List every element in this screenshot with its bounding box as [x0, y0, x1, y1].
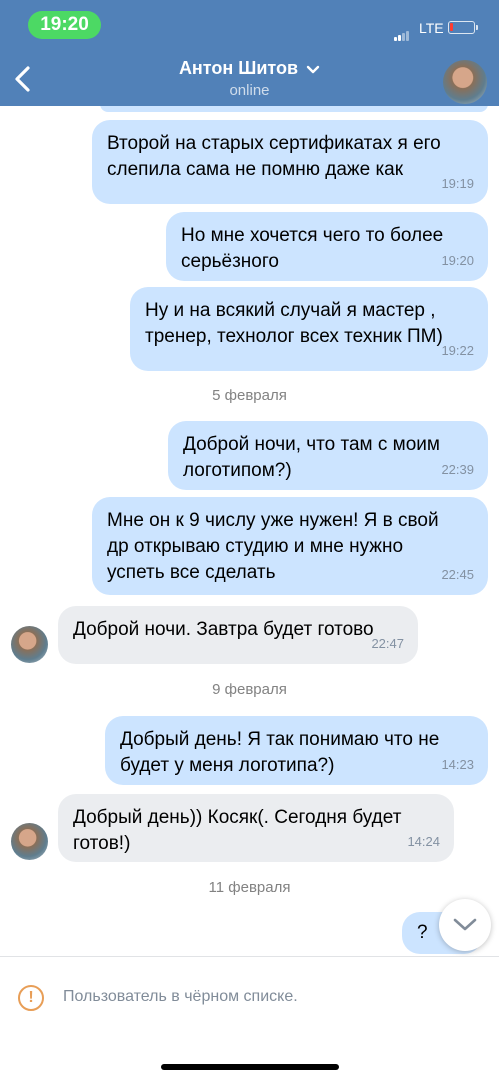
- message-text: Ну и на всякий случай я мастер ,: [145, 300, 436, 321]
- date-separator: 5 февраля: [212, 387, 287, 404]
- message-text: Добрый день! Я так понимаю что не: [120, 729, 440, 750]
- message-text: успеть все сделать: [107, 562, 276, 583]
- message-text: серьёзного: [181, 251, 279, 272]
- message-bubble-partial: [100, 106, 488, 112]
- message-bubble-incoming[interactable]: Добрый день)) Косяк(. Сегодня будет гото…: [58, 794, 454, 862]
- message-time: 19:19: [441, 176, 474, 191]
- sender-avatar[interactable]: [11, 626, 48, 663]
- sender-avatar[interactable]: [11, 823, 48, 860]
- home-indicator[interactable]: [161, 1064, 339, 1070]
- message-time: 22:47: [371, 636, 404, 651]
- message-bubble-outgoing[interactable]: Доброй ночи, что там с моим логотипом?) …: [168, 421, 488, 490]
- message-text: Мне он к 9 числу уже нужен! Я в свой: [107, 510, 439, 531]
- message-bubble-incoming[interactable]: Доброй ночи. Завтра будет готово 22:47: [58, 606, 418, 664]
- message-text: Но мне хочется чего то более: [181, 225, 444, 246]
- message-time: 19:22: [441, 343, 474, 358]
- message-bubble-outgoing[interactable]: Мне он к 9 числу уже нужен! Я в свой др …: [92, 497, 488, 595]
- battery-icon: [448, 21, 475, 34]
- chevron-down-icon: [306, 59, 320, 80]
- blacklist-text: Пользователь в чёрном списке.: [63, 988, 298, 1005]
- scroll-down-button[interactable]: [439, 899, 491, 951]
- contact-avatar[interactable]: [443, 60, 487, 104]
- warning-icon: !: [18, 985, 44, 1011]
- message-text: тренер, технолог всех техник ПМ): [145, 326, 443, 347]
- battery-tip: [476, 25, 478, 30]
- chat-header: 19:20 LTE Антон Шитов online: [0, 0, 499, 106]
- message-text: ?: [417, 922, 428, 943]
- message-bubble-outgoing[interactable]: Второй на старых сертификатах я его слеп…: [92, 120, 488, 204]
- message-time: 19:20: [441, 253, 474, 268]
- message-time: 22:45: [441, 567, 474, 582]
- message-text: готов!): [73, 833, 131, 854]
- message-text: Доброй ночи. Завтра будет готово: [73, 619, 374, 640]
- chevron-down-icon: [453, 918, 477, 931]
- message-time: 14:24: [407, 834, 440, 849]
- message-time: 22:39: [441, 462, 474, 477]
- contact-name-button[interactable]: Антон Шитов: [0, 58, 499, 80]
- message-text: Доброй ночи, что там с моим: [183, 434, 440, 455]
- message-bubble-outgoing[interactable]: Ну и на всякий случай я мастер , тренер,…: [130, 287, 488, 371]
- message-text: др открываю студию и мне нужно: [107, 536, 404, 557]
- date-separator: 11 февраля: [208, 879, 291, 896]
- message-text: логотипом?): [183, 460, 292, 481]
- message-text: будет у меня логотипа?): [120, 755, 335, 776]
- message-text: Второй на старых сертификатах я его: [107, 133, 441, 154]
- message-bubble-outgoing[interactable]: Но мне хочется чего то более серьёзного …: [166, 212, 488, 281]
- message-text: слепила сама не помню даже как: [107, 159, 404, 180]
- network-label: LTE: [419, 20, 444, 36]
- blacklist-banner: [0, 956, 499, 1081]
- message-text: Добрый день)) Косяк(. Сегодня будет: [73, 807, 402, 828]
- message-time: 14:23: [441, 757, 474, 772]
- date-separator: 9 февраля: [212, 681, 287, 698]
- message-list[interactable]: Второй на старых сертификатах я его слеп…: [0, 106, 499, 956]
- contact-status: online: [229, 82, 270, 99]
- contact-name: Антон Шитов: [178, 58, 299, 78]
- status-time: 19:20: [28, 11, 101, 39]
- message-bubble-outgoing[interactable]: Добрый день! Я так понимаю что не будет …: [105, 716, 488, 785]
- signal-icon: [394, 23, 410, 41]
